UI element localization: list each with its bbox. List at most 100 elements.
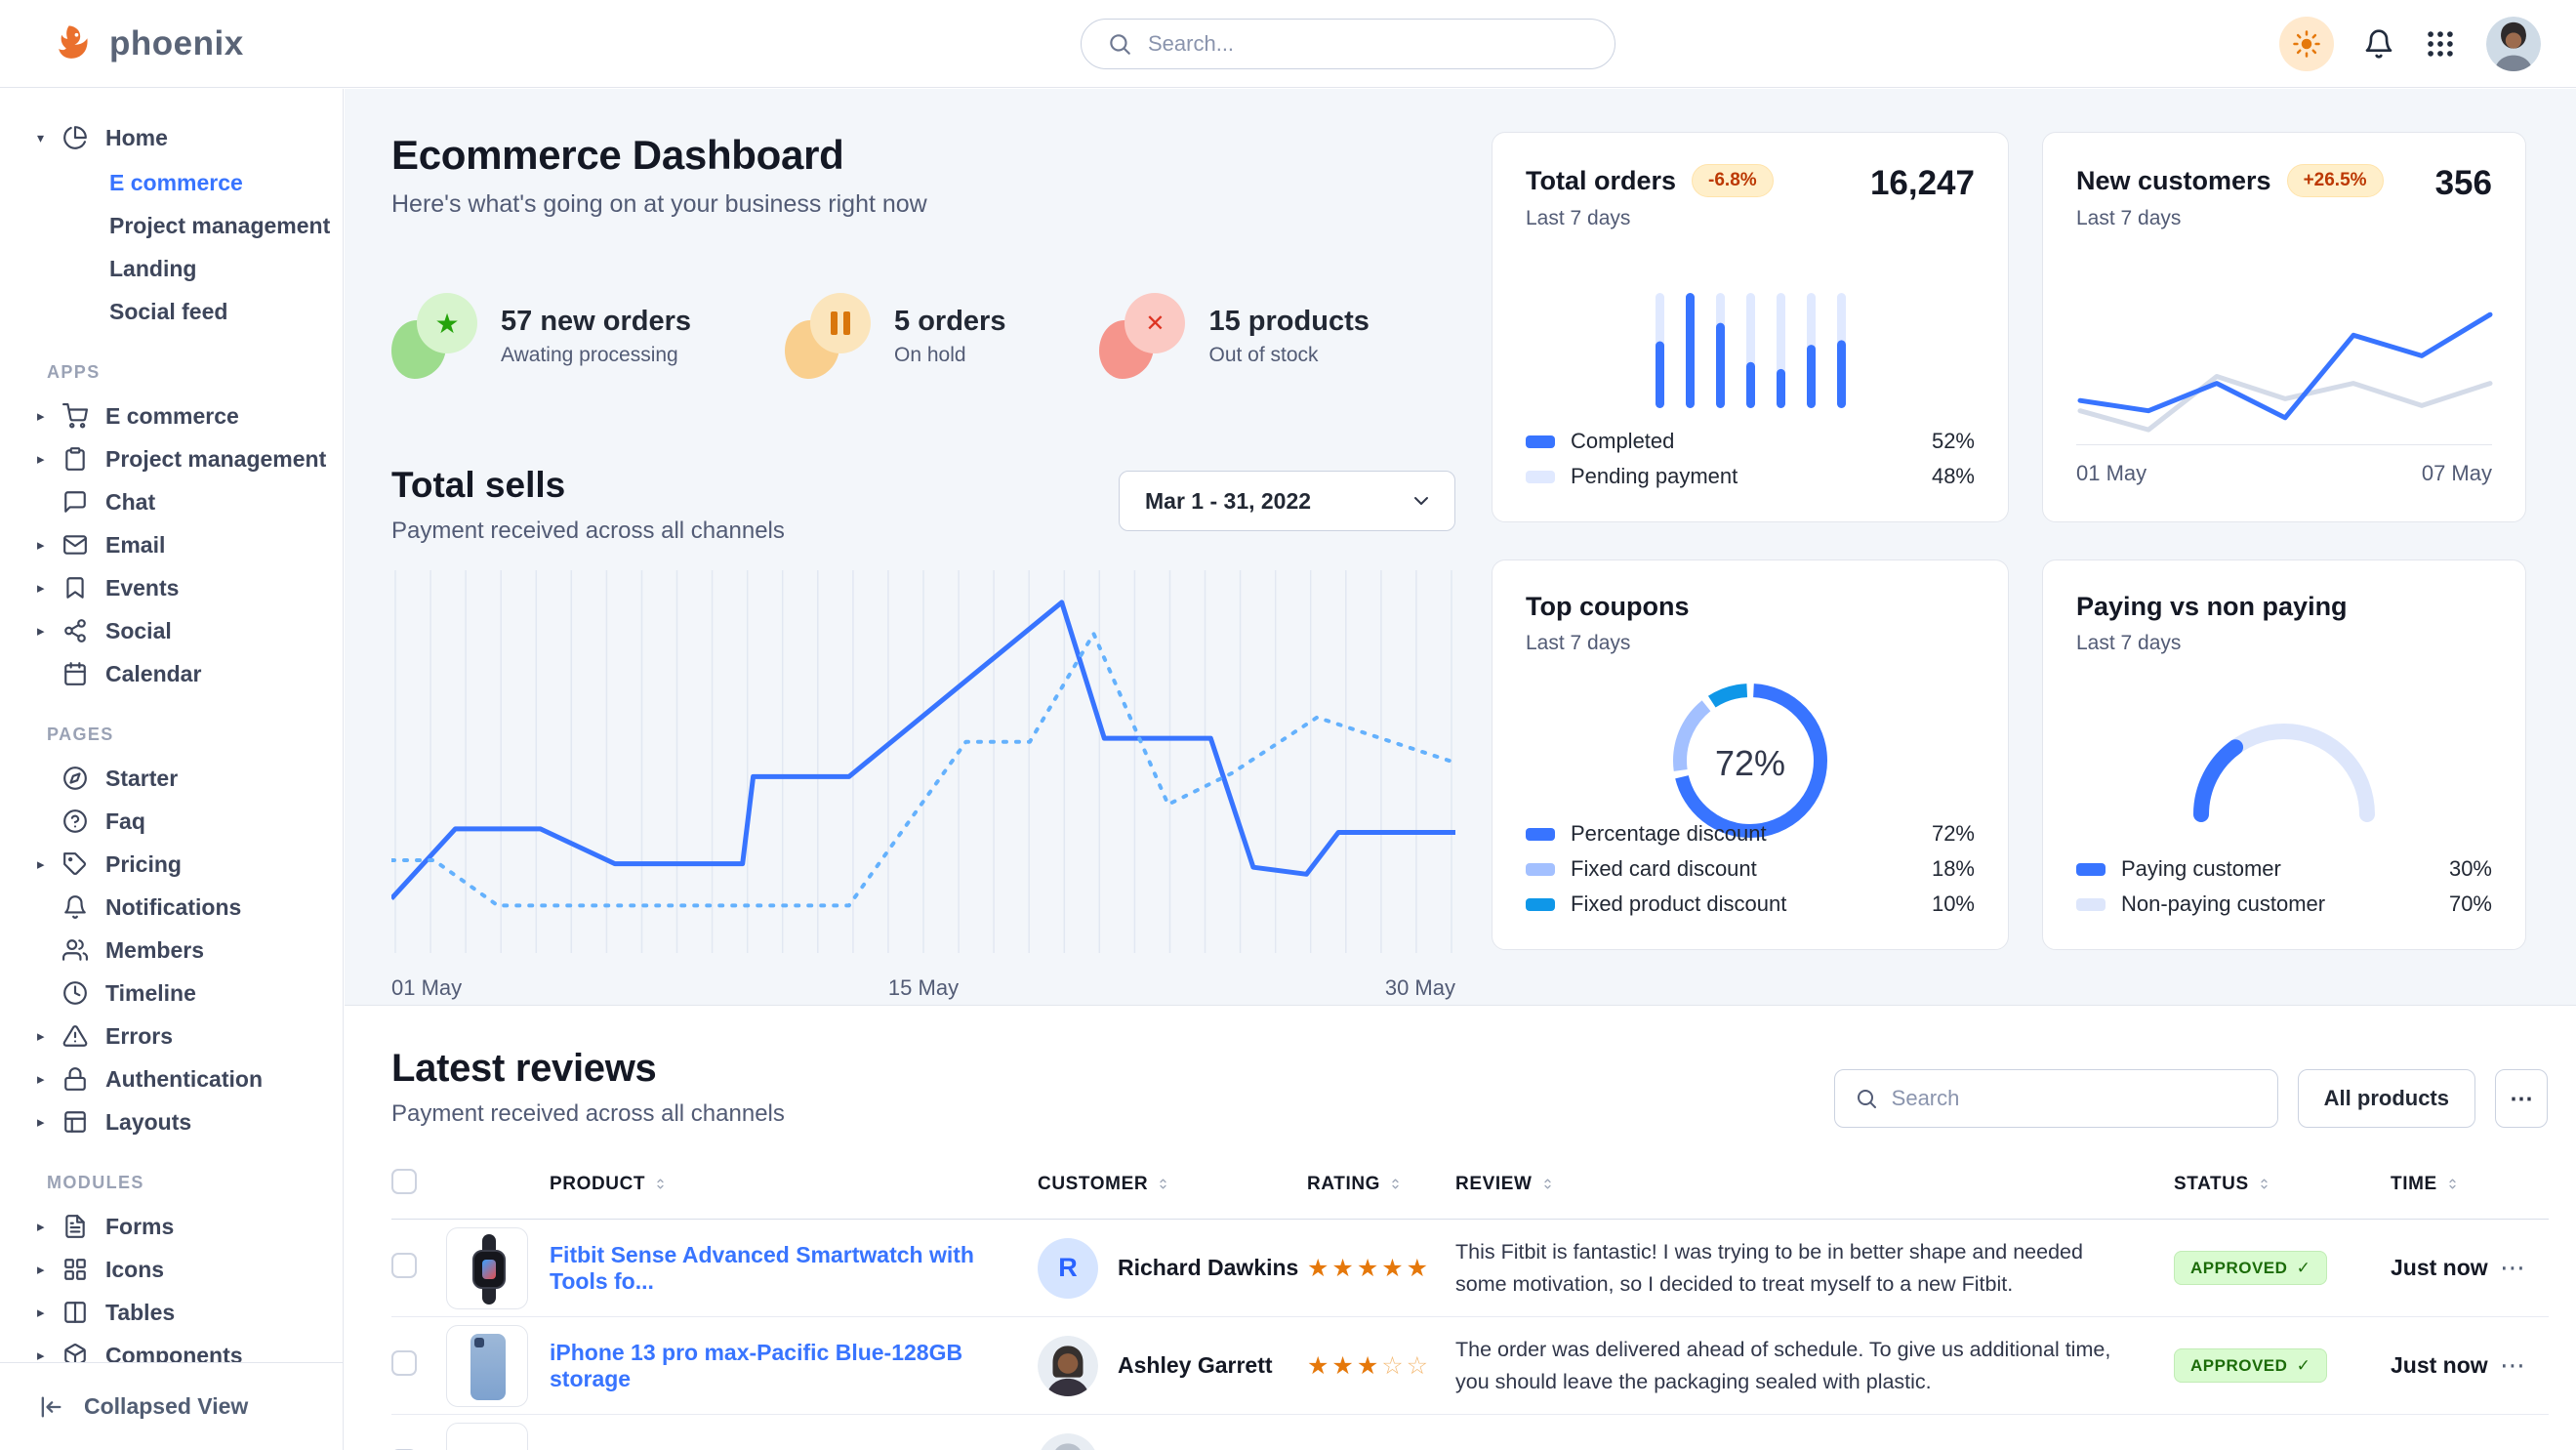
date-range-select[interactable]: Mar 1 - 31, 2022 (1119, 471, 1455, 531)
caret-right-icon: ▸ (37, 536, 62, 554)
select-all-checkbox[interactable] (391, 1169, 417, 1194)
customer-avatar (1038, 1433, 1098, 1450)
grid-icon (62, 1257, 105, 1282)
review-text: This Fitbit is fantastic! I was trying t… (1455, 1236, 2139, 1300)
new-customers-card: New customers +26.5% Last 7 days 356 01 … (2042, 132, 2526, 522)
column-header-rating[interactable]: RATING (1307, 1174, 1455, 1195)
legend-label: Percentage discount (1571, 821, 1767, 847)
column-header-customer[interactable]: CUSTOMER (1038, 1174, 1307, 1195)
sidebar-item-e-commerce[interactable]: ▸E commerce (0, 394, 333, 437)
sidebar-item-events[interactable]: ▸Events (0, 566, 333, 609)
sort-icon[interactable] (1388, 1177, 1403, 1191)
sidebar-item-forms[interactable]: ▸Forms (0, 1205, 333, 1248)
sidebar-item-notifications[interactable]: Notifications (0, 886, 333, 929)
sidebar-item-tables[interactable]: ▸Tables (0, 1291, 333, 1334)
sidebar-item-starter[interactable]: Starter (0, 757, 333, 800)
more-options-button[interactable]: ⋯ (2495, 1069, 2548, 1128)
sidebar-item-chat[interactable]: Chat (0, 480, 333, 523)
help-circle-icon (62, 808, 105, 834)
sidebar-item-errors[interactable]: ▸Errors (0, 1015, 333, 1057)
calendar-icon (62, 661, 105, 686)
product-link[interactable]: iPhone 13 pro max-Pacific Blue-128GB sto… (550, 1340, 962, 1391)
sidebar-item-social-feed[interactable]: Social feed (0, 290, 333, 333)
card-title: New customers (2076, 166, 2271, 196)
sidebar-item-faq[interactable]: Faq (0, 800, 333, 843)
legend-swatch (1526, 863, 1555, 876)
global-search-input[interactable] (1148, 31, 1589, 57)
sidebar-item-email[interactable]: ▸Email (0, 523, 333, 566)
sidebar-item-landing[interactable]: Landing (0, 247, 333, 290)
stat-caption: Out of stock (1208, 344, 1369, 367)
sidebar-item-icons[interactable]: ▸Icons (0, 1248, 333, 1291)
column-header-time[interactable]: TIME (2391, 1174, 2500, 1195)
row-menu-button[interactable]: ⋯ (2500, 1253, 2526, 1282)
product-thumbnail[interactable] (446, 1227, 528, 1309)
sidebar-item-e-commerce[interactable]: E commerce (0, 161, 333, 204)
customer-name: Ashley Garrett (1118, 1352, 1273, 1379)
all-products-button[interactable]: All products (2298, 1069, 2475, 1128)
sort-icon[interactable] (1156, 1177, 1170, 1191)
caret-right-icon: ▸ (37, 855, 62, 873)
apps-menu-button[interactable] (2424, 27, 2457, 61)
stat-value: 57 new orders (501, 306, 691, 338)
pie-chart-icon (62, 125, 105, 150)
compass-icon (62, 766, 105, 791)
theme-toggle-button[interactable] (2279, 17, 2334, 71)
sort-icon[interactable] (2445, 1177, 2460, 1191)
sort-icon[interactable] (1540, 1177, 1555, 1191)
product-thumbnail[interactable] (446, 1423, 528, 1450)
logo-text: phoenix (109, 24, 244, 63)
sidebar-item-members[interactable]: Members (0, 929, 333, 972)
stat-value: 5 orders (894, 306, 1005, 338)
legend-value: 18% (1932, 856, 1975, 882)
sidebar-item-home[interactable]: ▾Home (0, 116, 333, 159)
legend-label: Completed (1571, 429, 1674, 454)
sidebar-item-authentication[interactable]: ▸Authentication (0, 1057, 333, 1100)
collapse-left-icon (37, 1393, 64, 1421)
legend-value: 48% (1932, 464, 1975, 489)
apps-grid-icon (2424, 27, 2457, 61)
x-icon: ✕ (1099, 293, 1185, 379)
dashboard-left-column: Ecommerce Dashboard Here's what's going … (391, 89, 1455, 1005)
sidebar-item-components[interactable]: ▸Components (0, 1334, 333, 1362)
table-row (391, 1415, 2549, 1450)
column-header-status[interactable]: STATUS (2174, 1174, 2391, 1195)
stat-on-hold: 5 ordersOn hold (785, 293, 1005, 379)
row-checkbox[interactable] (391, 1350, 417, 1376)
collapse-sidebar-button[interactable]: Collapsed View (0, 1362, 343, 1450)
legend-swatch (2076, 898, 2106, 911)
column-header-product[interactable]: PRODUCT (550, 1174, 1038, 1195)
phoenix-logo-icon (51, 21, 96, 66)
card-period: Last 7 days (2076, 632, 2348, 655)
legend-swatch (1526, 898, 1555, 911)
sidebar-item-pricing[interactable]: ▸Pricing (0, 843, 333, 886)
phoenix-logo[interactable]: phoenix (51, 21, 244, 66)
row-menu-button[interactable]: ⋯ (2500, 1350, 2526, 1380)
sidebar-item-timeline[interactable]: Timeline (0, 972, 333, 1015)
sort-icon[interactable] (653, 1177, 668, 1191)
x-label: 15 May (888, 975, 959, 1001)
sort-icon[interactable] (2257, 1177, 2271, 1191)
sidebar-item-layouts[interactable]: ▸Layouts (0, 1100, 333, 1143)
notifications-button[interactable] (2363, 28, 2394, 60)
sidebar-item-calendar[interactable]: Calendar (0, 652, 333, 695)
reviews-search[interactable] (1834, 1069, 2278, 1128)
sidebar-item-project-management[interactable]: ▸Project management (0, 437, 333, 480)
stat-awating-processing: ★57 new ordersAwating processing (391, 293, 691, 379)
sidebar-item-project-management[interactable]: Project management (0, 204, 333, 247)
legend-value: 10% (1932, 891, 1975, 917)
legend-swatch (1526, 828, 1555, 841)
total-sells-x-axis: 01 May 15 May 30 May (391, 975, 1455, 1001)
user-avatar[interactable] (2486, 17, 2541, 71)
dashboard-top-section: Ecommerce Dashboard Here's what's going … (345, 89, 2576, 1006)
total-sells-title: Total sells (391, 465, 785, 506)
column-header-review[interactable]: REVIEW (1455, 1174, 2174, 1195)
product-thumbnail[interactable] (446, 1325, 528, 1407)
total-orders-legend: Completed52%Pending payment48% (1526, 424, 1975, 494)
product-link[interactable]: Fitbit Sense Advanced Smartwatch with To… (550, 1242, 974, 1294)
reviews-search-input[interactable] (1892, 1086, 2258, 1111)
caret-right-icon: ▸ (37, 1304, 62, 1321)
row-checkbox[interactable] (391, 1253, 417, 1278)
sidebar-item-social[interactable]: ▸Social (0, 609, 333, 652)
global-search[interactable] (1081, 19, 1615, 69)
